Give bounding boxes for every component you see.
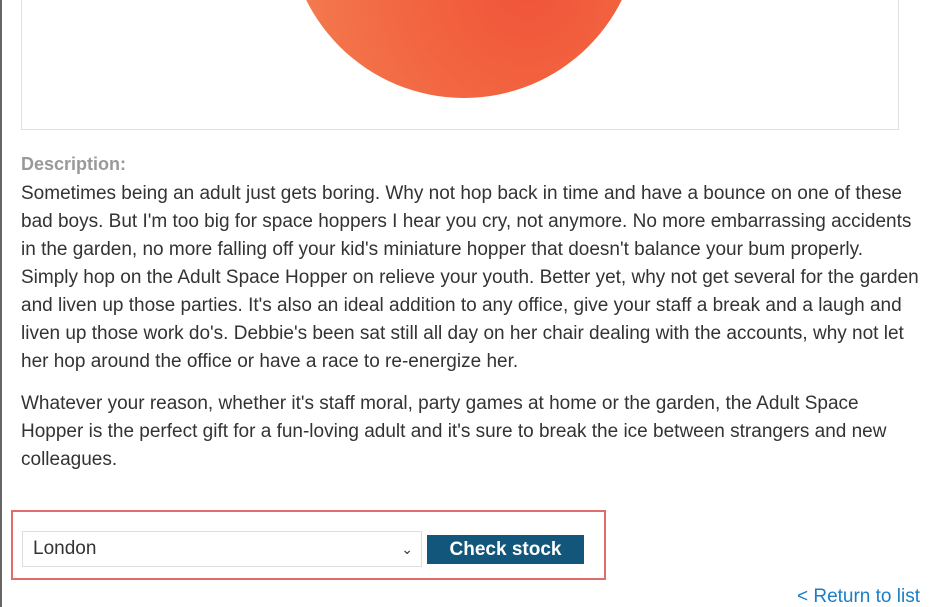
description-paragraph: Sometimes being an adult just gets borin… [21,183,919,372]
chevron-down-icon[interactable]: ⌄ [401,532,413,566]
store-select[interactable]: London ⌄ [22,531,422,567]
product-image [288,0,640,98]
description-body: Sometimes being an adult just gets borin… [21,180,921,488]
left-border [0,0,2,607]
store-select-value: London [33,538,97,559]
description-paragraph: Whatever your reason, whether it's staff… [21,393,887,470]
description-heading: Description: [21,154,127,174]
stock-check-form: London ⌄ Check stock [11,510,606,580]
product-image-frame [21,0,899,130]
product-page: Description: Sometimes being an adult ju… [0,0,940,607]
return-to-list-link[interactable]: < Return to list [797,586,920,607]
check-stock-button[interactable]: Check stock [427,535,584,564]
